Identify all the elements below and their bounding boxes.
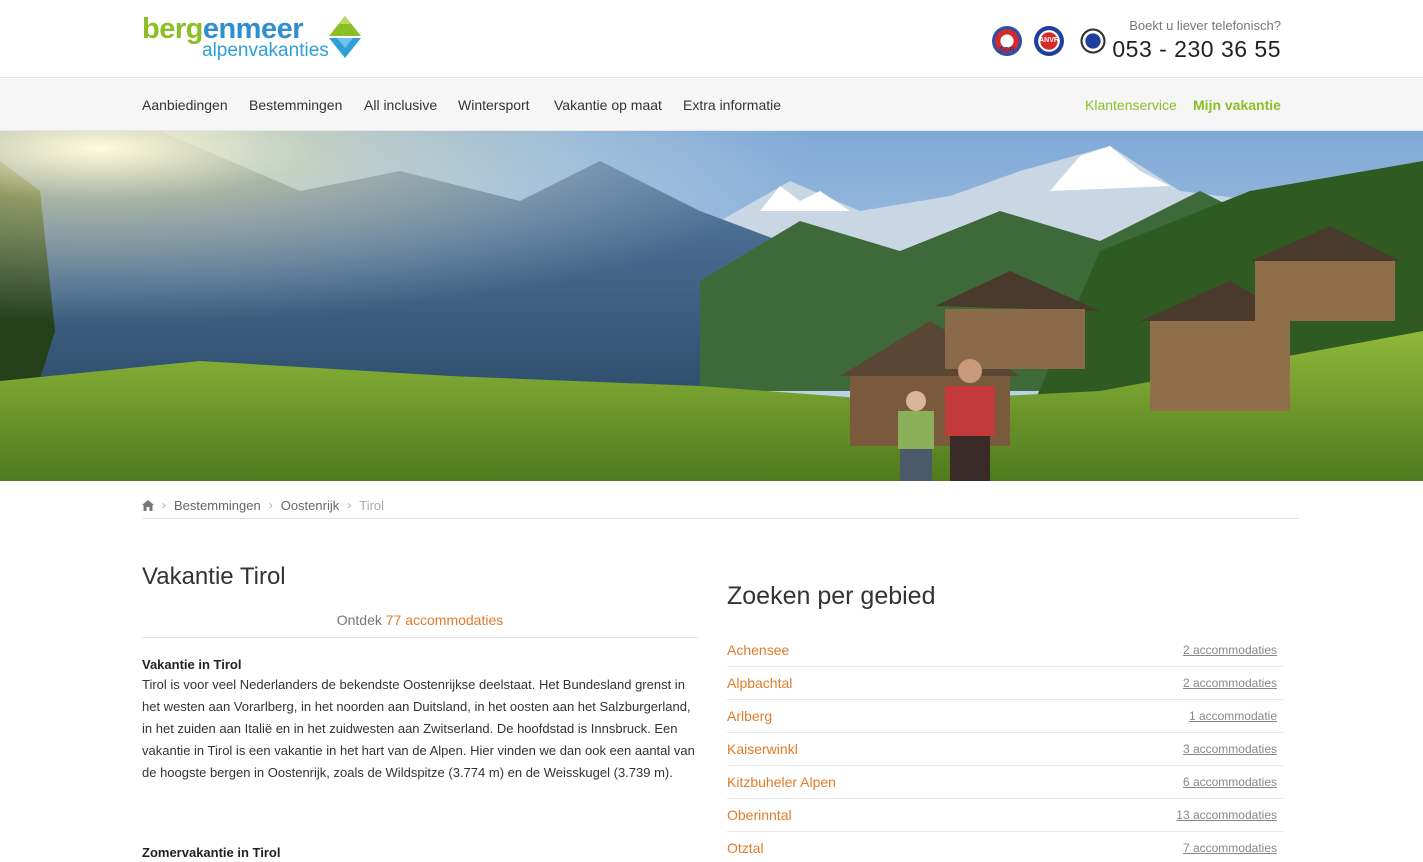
list-item[interactable]: Arlberg 1 accommodatie: [727, 700, 1283, 733]
area-count-link[interactable]: 2 accommodaties: [1183, 643, 1277, 657]
nav-item-aanbiedingen[interactable]: Aanbiedingen: [142, 97, 228, 113]
sgr-badge-icon[interactable]: SGR: [992, 26, 1022, 56]
nav-item-vakantie-op-maat[interactable]: Vakantie op maat: [554, 97, 662, 113]
breadcrumb: › Bestemmingen › Oostenrijk › Tirol: [142, 498, 1299, 519]
certification-badges: SGR ANVR: [990, 26, 1110, 56]
breadcrumb-item-bestemmingen[interactable]: Bestemmingen: [174, 498, 261, 513]
breadcrumb-separator-icon: ›: [268, 498, 273, 512]
nav-item-mijn-vakantie[interactable]: Mijn vakantie: [1193, 97, 1281, 113]
area-count-link[interactable]: 2 accommodaties: [1183, 676, 1277, 690]
section-text-vakantie-in-tirol: Tirol is voor veel Nederlanders de beken…: [142, 677, 695, 780]
anvr-badge-label: ANVR: [1039, 37, 1059, 44]
breadcrumb-item-oostenrijk[interactable]: Oostenrijk: [281, 498, 340, 513]
breadcrumb-separator-icon: ›: [347, 498, 352, 512]
area-count-link[interactable]: 1 accommodatie: [1189, 709, 1277, 723]
mountain-logo-icon: [329, 16, 361, 58]
home-icon[interactable]: [142, 498, 154, 513]
list-item[interactable]: Kitzbuheler Alpen 6 accommodaties: [727, 766, 1283, 799]
site-header: bergenmeer alpenvakanties SGR ANVR Boekt…: [0, 0, 1423, 78]
area-count-link[interactable]: 3 accommodaties: [1183, 742, 1277, 756]
alpine-landscape-illustration: [0, 131, 1423, 481]
sgr-badge-label: SGR: [999, 47, 1015, 54]
area-name[interactable]: Achensee: [727, 642, 789, 658]
list-item[interactable]: Kaiserwinkl 3 accommodaties: [727, 733, 1283, 766]
area-name[interactable]: Kaiserwinkl: [727, 741, 798, 757]
anvr-badge-icon[interactable]: ANVR: [1034, 26, 1064, 56]
area-count-link[interactable]: 7 accommodaties: [1183, 841, 1277, 855]
main-navigation: Aanbiedingen Bestemmingen All inclusive …: [0, 79, 1423, 131]
area-name[interactable]: Arlberg: [727, 708, 772, 724]
area-name[interactable]: Alpbachtal: [727, 675, 792, 691]
list-item[interactable]: Otztal 7 accommodaties: [727, 832, 1283, 862]
list-item[interactable]: Achensee 2 accommodaties: [727, 634, 1283, 667]
nav-item-klantenservice[interactable]: Klantenservice: [1085, 97, 1177, 113]
list-item[interactable]: Oberinntal 13 accommodaties: [727, 799, 1283, 832]
area-name[interactable]: Kitzbuheler Alpen: [727, 774, 836, 790]
area-name[interactable]: Oberinntal: [727, 807, 792, 823]
discover-accommodations-link[interactable]: 77 accommodaties: [386, 612, 504, 628]
nav-item-bestemmingen[interactable]: Bestemmingen: [249, 97, 342, 113]
nav-item-all-inclusive[interactable]: All inclusive: [364, 97, 437, 113]
logo-tagline: alpenvakanties: [202, 40, 329, 61]
section-title-vakantie-in-tirol: Vakantie in Tirol: [142, 657, 242, 672]
page-title: Vakantie Tirol: [142, 563, 286, 590]
breadcrumb-separator-icon: ›: [162, 498, 166, 512]
area-list: Achensee 2 accommodaties Alpbachtal 2 ac…: [727, 634, 1283, 862]
area-count-link[interactable]: 13 accommodaties: [1176, 808, 1277, 822]
area-name[interactable]: Otztal: [727, 840, 764, 856]
discover-prefix: Ontdek: [336, 612, 382, 628]
hero-banner-image: [0, 131, 1423, 481]
site-logo[interactable]: bergenmeer alpenvakanties: [142, 12, 367, 64]
calamiteitenfonds-badge-icon[interactable]: [1078, 26, 1108, 56]
nav-item-extra-informatie[interactable]: Extra informatie: [683, 97, 781, 113]
nav-item-wintersport[interactable]: Wintersport: [458, 97, 530, 113]
list-item[interactable]: Alpbachtal 2 accommodaties: [727, 667, 1283, 700]
section-title-zomervakantie: Zomervakantie in Tirol: [142, 845, 281, 860]
search-by-area-title: Zoeken per gebied: [727, 582, 936, 610]
phone-number[interactable]: 053 - 230 36 55: [1112, 36, 1281, 63]
discover-accommodations: Ontdek 77 accommodaties: [142, 612, 698, 638]
area-count-link[interactable]: 6 accommodaties: [1183, 775, 1277, 789]
breadcrumb-current: Tirol: [359, 498, 385, 513]
phone-question: Boekt u liever telefonisch?: [1129, 18, 1281, 33]
